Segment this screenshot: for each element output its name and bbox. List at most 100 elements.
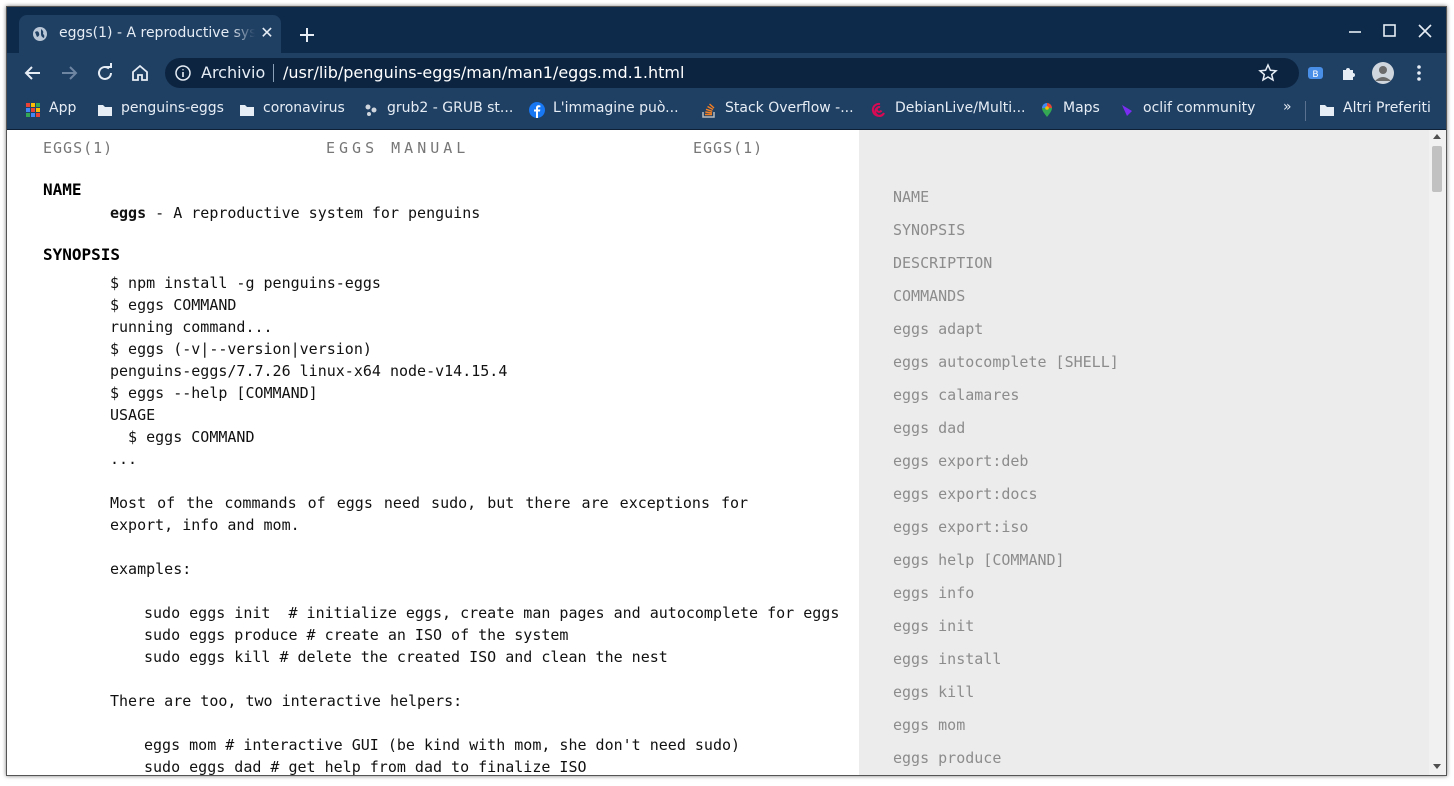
synopsis-line: ... bbox=[110, 450, 138, 468]
man-header-right: EGGS(1) bbox=[693, 139, 764, 157]
bookmark-label: L'immagine può... bbox=[553, 100, 679, 116]
address-bar[interactable]: Archivio /usr/lib/penguins-eggs/man/man1… bbox=[165, 58, 1299, 88]
maps-icon bbox=[1042, 103, 1052, 117]
avatar[interactable] bbox=[1371, 61, 1395, 85]
toc-link[interactable]: eggs mom bbox=[893, 716, 965, 734]
browser-window: eggs(1) - A reproductive system for peng… bbox=[6, 6, 1447, 776]
bookmark-label: Maps bbox=[1063, 100, 1100, 116]
synopsis-line: $ eggs COMMAND bbox=[110, 428, 255, 446]
info-icon[interactable] bbox=[175, 65, 191, 81]
toc-link[interactable]: eggs init bbox=[893, 617, 974, 635]
helper-line: sudo eggs dad # get help from dad to fin… bbox=[144, 758, 587, 775]
toc-link[interactable]: eggs export:iso bbox=[893, 518, 1028, 536]
oclif-icon bbox=[1122, 105, 1132, 116]
toc-link[interactable]: eggs export:docs bbox=[893, 485, 1038, 503]
toolbar: Archivio /usr/lib/penguins-eggs/man/man1… bbox=[7, 53, 1446, 93]
table-of-contents: NAME SYNOPSIS DESCRIPTION COMMANDS eggs … bbox=[859, 130, 1429, 775]
bookmark-star-icon[interactable] bbox=[1258, 63, 1278, 83]
home-icon[interactable] bbox=[128, 61, 152, 85]
url-separator bbox=[273, 64, 274, 82]
toc-link[interactable]: eggs info bbox=[893, 584, 974, 602]
toc-link[interactable]: eggs help [COMMAND] bbox=[893, 551, 1065, 569]
synopsis-line: $ npm install -g penguins-eggs bbox=[110, 274, 381, 292]
url-scheme-label: Archivio bbox=[201, 63, 266, 82]
helper-line: eggs mom # interactive GUI (be kind with… bbox=[144, 736, 741, 754]
bookmark-label: App bbox=[49, 100, 77, 116]
close-window-icon[interactable] bbox=[1413, 19, 1437, 43]
toc-link[interactable]: eggs install bbox=[893, 650, 1001, 668]
tab-title: eggs(1) - A reproductive system for peng… bbox=[59, 25, 255, 41]
forward-icon[interactable] bbox=[57, 61, 81, 85]
folder-icon bbox=[98, 105, 112, 116]
url-text[interactable]: /usr/lib/penguins-eggs/man/man1/eggs.md.… bbox=[283, 63, 684, 82]
bookmark-label: DebianLive/Multi... bbox=[895, 100, 1026, 116]
name-description: - A reproductive system for penguins bbox=[146, 204, 481, 222]
new-tab-icon[interactable] bbox=[295, 23, 319, 47]
toc-link[interactable]: COMMANDS bbox=[893, 287, 965, 305]
bookmark-label: oclif community bbox=[1143, 100, 1256, 116]
section-name-heading: NAME bbox=[43, 180, 82, 199]
tab-close-icon[interactable]: ✕ bbox=[257, 23, 277, 43]
page-content: EGGS(1) EGGS MANUAL EGGS(1) NAME eggs - … bbox=[7, 130, 1446, 775]
bookmark-label: Altri Preferiti bbox=[1343, 100, 1431, 116]
man-header-center: EGGS MANUAL bbox=[326, 139, 470, 157]
toc-link[interactable]: NAME bbox=[893, 188, 929, 206]
toc-link[interactable]: eggs export:deb bbox=[893, 452, 1028, 470]
synopsis-line: $ eggs --help [COMMAND] bbox=[110, 384, 318, 402]
name-line: eggs - A reproductive system for penguin… bbox=[110, 202, 480, 224]
bookmark-label: Stack Overflow -... bbox=[725, 100, 854, 116]
example-line: sudo eggs produce # create an ISO of the… bbox=[144, 626, 569, 644]
toc-link[interactable]: DESCRIPTION bbox=[893, 254, 992, 272]
toc-link[interactable]: eggs autocomplete [SHELL] bbox=[893, 353, 1119, 371]
globe-icon bbox=[33, 27, 47, 41]
vertical-scrollbar[interactable] bbox=[1429, 130, 1446, 775]
maximize-icon[interactable] bbox=[1377, 19, 1401, 43]
title-bar: eggs(1) - A reproductive system for peng… bbox=[7, 7, 1446, 53]
man-page: EGGS(1) EGGS MANUAL EGGS(1) NAME eggs - … bbox=[7, 130, 859, 775]
synopsis-line: penguins-eggs/7.7.26 linux-x64 node-v14.… bbox=[110, 362, 508, 380]
paragraph-line: Most of the commands of eggs need sudo, … bbox=[110, 494, 749, 512]
extensions-puzzle-icon[interactable] bbox=[1337, 61, 1361, 85]
apps-grid-icon bbox=[26, 103, 40, 117]
grub-icon bbox=[365, 104, 377, 116]
bookmarks-bar: App penguins-eggs coronavirus grub2 - GR… bbox=[7, 93, 1446, 130]
back-icon[interactable] bbox=[21, 61, 45, 85]
synopsis-line: $ eggs COMMAND bbox=[110, 296, 237, 314]
synopsis-line: $ eggs (-v|--version|version) bbox=[110, 340, 372, 358]
scrollbar-thumb[interactable] bbox=[1432, 146, 1442, 192]
stackoverflow-icon bbox=[702, 103, 715, 118]
paragraph-line: export, info and mom. bbox=[110, 516, 300, 534]
debian-icon bbox=[871, 102, 885, 117]
toc-link[interactable]: eggs adapt bbox=[893, 320, 983, 338]
bookmarks-overflow-button[interactable]: » bbox=[1283, 99, 1292, 115]
toc-link[interactable]: eggs dad bbox=[893, 419, 965, 437]
bookmarks-divider bbox=[1305, 101, 1306, 121]
example-line: sudo eggs kill # delete the created ISO … bbox=[144, 648, 668, 666]
bookmark-label: penguins-eggs bbox=[121, 100, 224, 116]
section-synopsis-heading: SYNOPSIS bbox=[43, 245, 121, 264]
facebook-icon bbox=[529, 102, 545, 118]
toc-link[interactable]: eggs kill bbox=[893, 683, 974, 701]
synopsis-line: USAGE bbox=[110, 406, 156, 424]
example-line: sudo eggs init # initialize eggs, create… bbox=[144, 604, 840, 622]
helpers-label: There are too, two interactive helpers: bbox=[110, 692, 463, 710]
scroll-down-arrow-icon[interactable] bbox=[1433, 764, 1441, 769]
man-header-left: EGGS(1) bbox=[43, 139, 114, 157]
toc-link[interactable]: SYNOPSIS bbox=[893, 221, 965, 239]
bookmark-label: coronavirus bbox=[263, 100, 345, 116]
browser-tab[interactable]: eggs(1) - A reproductive system for peng… bbox=[19, 15, 281, 53]
synopsis-line: running command... bbox=[110, 318, 273, 336]
folder-icon bbox=[240, 105, 254, 116]
toc-link[interactable]: eggs calamares bbox=[893, 386, 1019, 404]
bookmark-label: grub2 - GRUB st... bbox=[387, 100, 514, 116]
examples-label: examples: bbox=[110, 560, 192, 578]
reload-icon[interactable] bbox=[93, 61, 117, 85]
minimize-icon[interactable] bbox=[1343, 19, 1367, 43]
menu-kebab-icon[interactable] bbox=[1407, 61, 1431, 85]
folder-icon bbox=[1320, 105, 1334, 116]
name-command: eggs bbox=[110, 204, 147, 222]
toc-link[interactable]: eggs produce bbox=[893, 749, 1001, 767]
extension-translate-icon[interactable]: B bbox=[1303, 61, 1327, 85]
scroll-up-arrow-icon[interactable] bbox=[1433, 134, 1441, 139]
svg-text:B: B bbox=[1312, 70, 1318, 80]
